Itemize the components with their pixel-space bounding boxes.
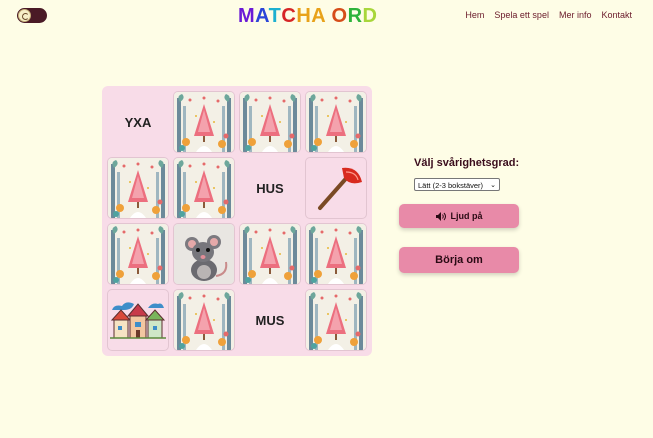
- logo-letter: C: [281, 5, 297, 27]
- nav-link-info[interactable]: Mer info: [559, 10, 592, 20]
- face-down-card[interactable]: [174, 290, 234, 350]
- forest-card-back-icon: [306, 224, 366, 284]
- face-down-card[interactable]: [306, 290, 366, 350]
- image-card[interactable]: [306, 158, 366, 218]
- word-card-label: YXA: [124, 114, 152, 130]
- face-down-card[interactable]: [240, 92, 300, 152]
- logo-letter: T: [268, 5, 282, 27]
- nav-link-contact[interactable]: Kontakt: [601, 10, 632, 20]
- mouse-icon: [174, 224, 234, 284]
- restart-label: Börja om: [435, 254, 483, 266]
- word-card-label: MUS: [255, 312, 285, 328]
- site-logo: MATCHA ORD: [238, 4, 378, 28]
- word-card[interactable]: HUS: [240, 158, 300, 218]
- forest-card-back-icon: [108, 158, 168, 218]
- difficulty-select[interactable]: Lätt (2-3 bokstäver) ⌄: [414, 178, 500, 191]
- word-card-label: HUS: [256, 180, 284, 196]
- houses-icon: [110, 302, 166, 339]
- forest-card-back-icon: [174, 158, 234, 218]
- difficulty-label: Välj svårighetsgrad:: [414, 157, 520, 169]
- face-down-card[interactable]: [306, 224, 366, 284]
- logo-letter: A: [255, 5, 269, 27]
- theme-toggle[interactable]: [17, 8, 47, 23]
- chevron-down-icon: ⌄: [490, 182, 496, 189]
- logo-letter: O: [331, 5, 348, 27]
- forest-card-back-icon: [306, 290, 366, 350]
- face-down-card[interactable]: [174, 158, 234, 218]
- game-board: YXA HUS MUS: [102, 86, 372, 356]
- face-down-card[interactable]: [240, 224, 300, 284]
- face-down-card[interactable]: [108, 158, 168, 218]
- sound-toggle-label: Ljud på: [450, 211, 483, 221]
- forest-card-back-icon: [306, 92, 366, 152]
- word-card[interactable]: MUS: [240, 290, 300, 350]
- forest-card-back-icon: [174, 92, 234, 152]
- forest-card-back-icon: [108, 224, 168, 284]
- moon-sun-icon: [18, 9, 31, 22]
- face-down-card[interactable]: [306, 92, 366, 152]
- speaker-icon: [435, 211, 446, 221]
- forest-card-back-icon: [174, 290, 234, 350]
- word-card[interactable]: YXA: [108, 92, 168, 152]
- image-card[interactable]: [174, 224, 234, 284]
- forest-card-back-icon: [240, 92, 300, 152]
- face-down-card[interactable]: [108, 224, 168, 284]
- forest-card-back-icon: [240, 224, 300, 284]
- logo-letter: R: [347, 5, 363, 27]
- image-card[interactable]: [108, 290, 168, 350]
- logo-letter: D: [362, 5, 378, 27]
- axe-icon: [318, 167, 362, 210]
- main-nav: Hem Spela ett spel Mer info Kontakt: [465, 10, 632, 20]
- restart-button[interactable]: Börja om: [399, 247, 519, 273]
- logo-letter: H: [296, 5, 312, 27]
- nav-link-play[interactable]: Spela ett spel: [494, 10, 549, 20]
- logo-letter: M: [238, 5, 256, 27]
- face-down-card[interactable]: [174, 92, 234, 152]
- logo-letter: A: [311, 5, 326, 27]
- nav-link-home[interactable]: Hem: [465, 10, 484, 20]
- difficulty-select-value: Lätt (2-3 bokstäver): [418, 181, 484, 190]
- sound-toggle-button[interactable]: Ljud på: [399, 204, 519, 228]
